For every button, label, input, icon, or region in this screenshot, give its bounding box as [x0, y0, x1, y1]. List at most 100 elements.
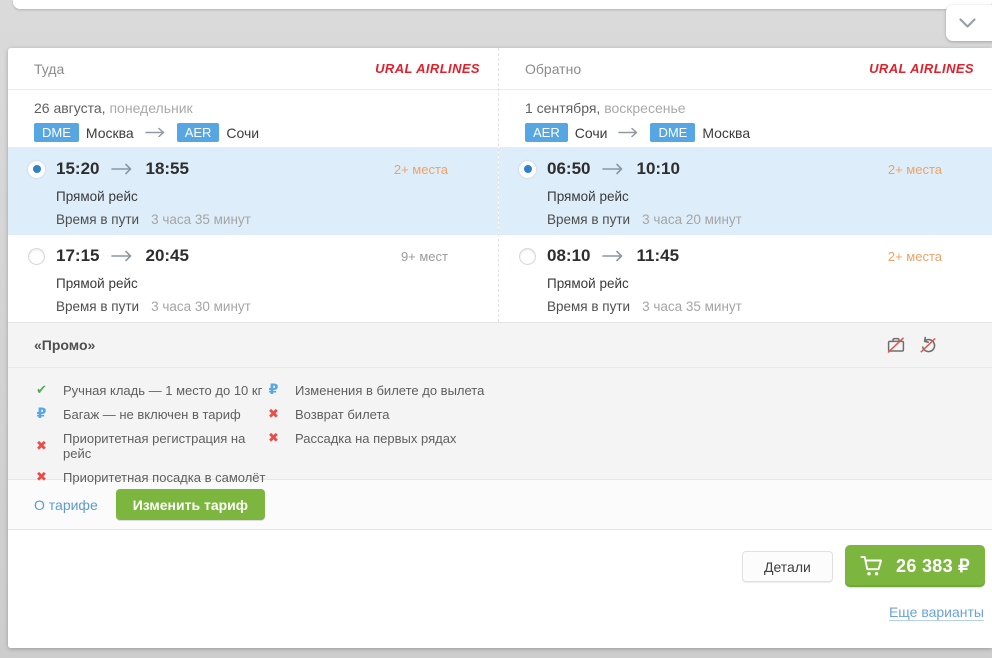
airport-code-badge: AER: [177, 123, 220, 142]
duration-label: Время в пути: [547, 299, 630, 314]
city-label: Москва: [86, 125, 134, 141]
fare-features: ✔ Ручная кладь — 1 место до 10 кг ₽ Багаж …: [8, 368, 992, 480]
buy-button[interactable]: 26 383 ₽: [845, 545, 985, 587]
card-footer: Детали 26 383 ₽ Еще варианты: [8, 530, 992, 648]
cart-icon: [860, 555, 885, 577]
change-fare-button[interactable]: Изменить тариф: [116, 489, 265, 520]
city-label: Сочи: [575, 125, 608, 141]
cross-icon: ✖: [34, 439, 49, 454]
arrow-right-icon: [111, 163, 133, 175]
chevron-down-icon: [959, 18, 976, 29]
ural-airlines-logo: URAL AIRLINES: [869, 61, 974, 76]
ruble-icon: ₽: [266, 383, 281, 398]
radio-button[interactable]: [28, 248, 45, 265]
scroll-toggle-button[interactable]: [946, 5, 992, 41]
seats-badge: 2+ места: [394, 162, 448, 177]
feature-text: Приоритетная регистрация на рейс: [63, 431, 266, 461]
flight-date: 1 сентября,: [525, 100, 600, 116]
feature-item: ₽ Багаж — не включен в тариф: [34, 407, 266, 422]
ruble-icon: ₽: [34, 407, 49, 422]
no-return-icon: [918, 335, 938, 355]
flight-date: 26 августа,: [34, 100, 106, 116]
departure-time: 06:50: [547, 159, 590, 179]
feature-text: Ручная кладь — 1 место до 10 кг: [63, 383, 262, 398]
duration-label: Время в пути: [56, 212, 139, 227]
airport-code-badge: DME: [650, 123, 695, 142]
departure-time: 17:15: [56, 246, 99, 266]
arrival-time: 11:45: [636, 246, 679, 266]
check-icon: ✔: [34, 383, 49, 398]
return-route: AER Сочи DME Москва: [525, 123, 974, 142]
more-options-link[interactable]: Еще варианты: [889, 604, 984, 621]
return-date-row: 1 сентября, воскресенье AER Сочи DME Мос…: [499, 90, 992, 148]
feature-text: Приоритетная посадка в самолёт: [63, 470, 265, 485]
fare-name: «Промо»: [34, 337, 95, 353]
arrow-right-icon: [602, 163, 624, 175]
airport-code-badge: AER: [525, 123, 568, 142]
flight-weekday: понедельник: [109, 100, 192, 116]
flight-type-label: Прямой рейс: [56, 276, 448, 291]
feature-text: Возврат билета: [295, 407, 390, 422]
outbound-column: Туда URAL AIRLINES 26 августа, понедельн…: [8, 48, 498, 322]
radio-button[interactable]: [519, 248, 536, 265]
fare-band: «Промо»: [8, 322, 992, 368]
radio-dot: [33, 165, 41, 173]
cross-icon: ✖: [266, 407, 281, 422]
duration-label: Время в пути: [56, 299, 139, 314]
cross-icon: ✖: [266, 431, 281, 446]
departure-time: 08:10: [547, 246, 590, 266]
ural-airlines-logo: URAL AIRLINES: [375, 61, 480, 76]
direction-label: Туда: [34, 61, 64, 77]
airport-code-badge: DME: [34, 123, 79, 142]
arrow-right-icon: [618, 127, 639, 138]
duration-label: Время в пути: [547, 212, 630, 227]
about-fare-link[interactable]: О тарифе: [34, 497, 98, 513]
cross-icon: ✖: [34, 470, 49, 485]
previous-card-edge: [13, 0, 992, 9]
seats-badge: 2+ места: [888, 162, 942, 177]
details-button[interactable]: Детали: [742, 551, 833, 582]
flight-type-label: Прямой рейс: [547, 276, 942, 291]
seats-badge: 2+ места: [888, 249, 942, 264]
feature-item: ✖ Рассадка на первых рядах: [266, 431, 484, 446]
feature-text: Рассадка на первых рядах: [295, 431, 456, 446]
departure-time: 15:20: [56, 159, 99, 179]
feature-item: ✖ Приоритетная посадка в самолёт: [34, 470, 266, 485]
feature-text: Багаж — не включен в тариф: [63, 407, 241, 422]
outbound-route: DME Москва AER Сочи: [34, 123, 480, 142]
outbound-date-row: 26 августа, понедельник DME Москва AER С…: [8, 90, 498, 148]
radio-button[interactable]: [519, 161, 536, 178]
price-label: 26 383 ₽: [896, 556, 970, 577]
seats-badge: 9+ мест: [401, 249, 448, 264]
flight-weekday: воскресенье: [604, 100, 685, 116]
city-label: Москва: [702, 125, 750, 141]
flight-results-card: Туда URAL AIRLINES 26 августа, понедельн…: [8, 48, 992, 648]
arrow-right-icon: [145, 127, 166, 138]
arrival-time: 20:45: [145, 246, 188, 266]
feature-text: Изменения в билете до вылета: [295, 383, 484, 398]
arrival-time: 18:55: [145, 159, 188, 179]
flight-type-label: Прямой рейс: [56, 189, 448, 204]
return-header: Обратно URAL AIRLINES: [499, 48, 992, 90]
feature-item: ₽ Изменения в билете до вылета: [266, 383, 484, 398]
no-baggage-icon: [886, 335, 906, 355]
arrow-right-icon: [111, 250, 133, 262]
duration-value: 3 часа 20 минут: [642, 212, 742, 227]
city-label: Сочи: [226, 125, 259, 141]
flight-type-label: Прямой рейс: [547, 189, 942, 204]
feature-item: ✔ Ручная кладь — 1 место до 10 кг: [34, 383, 266, 398]
radio-button[interactable]: [28, 161, 45, 178]
duration-value: 3 часа 35 минут: [151, 212, 251, 227]
flight-option[interactable]: 08:10 11:45 2+ места Прямой рейс Время в…: [499, 235, 992, 322]
flight-option[interactable]: 06:50 10:10 2+ места Прямой рейс Время в…: [499, 148, 992, 235]
feature-item: ✖ Приоритетная регистрация на рейс: [34, 431, 266, 461]
outbound-header: Туда URAL AIRLINES: [8, 48, 498, 90]
duration-value: 3 часа 30 минут: [151, 299, 251, 314]
flight-option[interactable]: 17:15 20:45 9+ мест Прямой рейс Время в …: [8, 235, 498, 322]
duration-value: 3 часа 35 минут: [642, 299, 742, 314]
return-column: Обратно URAL AIRLINES 1 сентября, воскре…: [498, 48, 992, 322]
feature-item: ✖ Возврат билета: [266, 407, 484, 422]
flight-option[interactable]: 15:20 18:55 2+ места Прямой рейс Время в…: [8, 148, 498, 235]
arrow-right-icon: [602, 250, 624, 262]
tariff-row: О тарифе Изменить тариф: [8, 480, 992, 530]
